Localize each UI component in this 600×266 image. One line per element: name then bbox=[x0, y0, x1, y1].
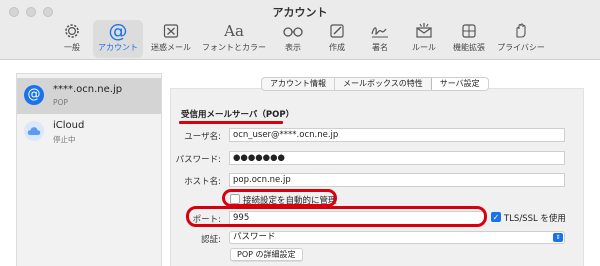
rules-envelope-icon bbox=[415, 20, 433, 42]
segment-server-settings[interactable]: サーバ設定 bbox=[431, 78, 488, 90]
cloud-icon bbox=[24, 121, 44, 141]
segment-account-info[interactable]: アカウント情報 bbox=[262, 78, 335, 90]
incoming-server-heading: 受信用メールサーバ（POP） bbox=[181, 110, 295, 120]
junk-tray-icon bbox=[162, 20, 180, 42]
pop-advanced-settings-button[interactable]: POP の詳細設定 bbox=[230, 248, 303, 261]
tab-accounts[interactable]: @ アカウント bbox=[93, 20, 143, 58]
tab-privacy[interactable]: プライバシー bbox=[495, 20, 547, 58]
tab-rules[interactable]: ルール bbox=[407, 20, 441, 58]
host-label: ホスト名: bbox=[184, 177, 221, 187]
gear-icon bbox=[63, 20, 81, 42]
tab-viewing-label: 表示 bbox=[285, 43, 301, 52]
account-name: iCloud bbox=[53, 120, 85, 131]
tab-signatures-label: 署名 bbox=[372, 43, 388, 52]
auto-manage-highlight-ring bbox=[222, 189, 337, 207]
compose-icon bbox=[328, 20, 346, 42]
at-sign-icon: @ bbox=[24, 85, 44, 105]
host-field[interactable]: pop.ocn.ne.jp bbox=[229, 173, 565, 187]
tab-fonts-colors[interactable]: Aa フォントとカラー bbox=[199, 20, 269, 58]
font-aa-icon: Aa bbox=[224, 22, 244, 40]
account-list-item-ocn[interactable]: @ ****.ocn.ne.jp POP bbox=[17, 78, 161, 114]
port-highlight-ring bbox=[186, 206, 487, 227]
tab-composing-label: 作成 bbox=[329, 43, 345, 52]
tls-ssl-label: TLS/SSL を使用 bbox=[504, 214, 566, 224]
tab-signatures[interactable]: 署名 bbox=[363, 20, 397, 58]
tab-general[interactable]: 一般 bbox=[55, 20, 89, 58]
tab-viewing[interactable]: 表示 bbox=[276, 20, 310, 58]
signature-icon bbox=[369, 20, 391, 42]
segment-mailbox-behaviors[interactable]: メールボックスの特性 bbox=[335, 78, 432, 90]
window-title: アカウント bbox=[272, 6, 328, 19]
tab-accounts-label: アカウント bbox=[98, 43, 138, 52]
tab-privacy-label: プライバシー bbox=[497, 43, 545, 52]
account-status: 停止中 bbox=[53, 135, 76, 144]
tab-junk-mail-label: 迷惑メール bbox=[151, 43, 191, 52]
tab-extensions[interactable]: 機能拡張 bbox=[447, 20, 491, 58]
password-field[interactable]: ●●●●●●● bbox=[229, 151, 565, 165]
account-type: POP bbox=[53, 98, 68, 107]
toolbar: アカウント 一般 @ アカウント 迷惑メール Aa フォントとカラー 表示 作成… bbox=[0, 0, 600, 60]
heading-highlight-underline bbox=[179, 121, 283, 124]
extensions-icon bbox=[460, 20, 478, 42]
username-label: ユーザ名: bbox=[184, 132, 221, 142]
preferences-tabs: 一般 @ アカウント 迷惑メール Aa フォントとカラー 表示 作成 署名 ルー… bbox=[0, 20, 600, 58]
account-detail-segmented-control: アカウント情報 メールボックスの特性 サーバ設定 bbox=[261, 77, 489, 91]
glasses-icon bbox=[282, 20, 304, 42]
tls-ssl-checkbox[interactable]: ✓ bbox=[491, 212, 501, 222]
account-name: ****.ocn.ne.jp bbox=[53, 84, 123, 95]
auth-select-value: パスワード bbox=[233, 232, 276, 242]
password-label: パスワード: bbox=[175, 155, 221, 165]
tab-junk-mail[interactable]: 迷惑メール bbox=[146, 20, 196, 58]
tab-composing[interactable]: 作成 bbox=[320, 20, 354, 58]
tab-general-label: 一般 bbox=[64, 43, 80, 52]
tab-extensions-label: 機能拡張 bbox=[453, 43, 485, 52]
chevron-updown-icon: ⇕ bbox=[553, 233, 563, 242]
auth-label: 認証: bbox=[201, 235, 221, 245]
account-list-item-icloud[interactable]: iCloud 停止中 bbox=[17, 114, 161, 150]
tab-rules-label: ルール bbox=[412, 43, 436, 52]
hand-privacy-icon bbox=[512, 20, 530, 42]
auth-select[interactable]: パスワード ⇕ bbox=[229, 231, 565, 244]
at-sign-icon: @ bbox=[108, 20, 128, 42]
username-field[interactable]: ocn_user@****.ocn.ne.jp bbox=[229, 128, 565, 142]
tab-fonts-colors-label: フォントとカラー bbox=[202, 43, 266, 52]
